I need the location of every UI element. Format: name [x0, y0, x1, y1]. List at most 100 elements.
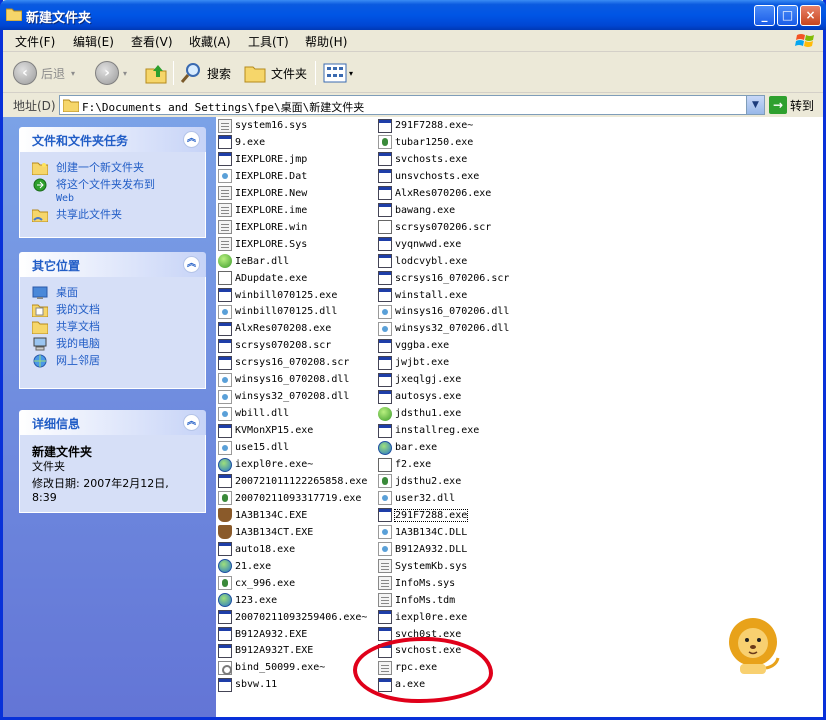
file-item[interactable]: unsvchosts.exe — [378, 168, 479, 185]
task-share-folder[interactable]: 共享此文件夹 — [32, 208, 195, 222]
task-new-folder[interactable]: 创建一个新文件夹 — [32, 161, 195, 175]
file-item[interactable]: lodcvybl.exe — [378, 253, 467, 270]
places-panel-header[interactable]: 其它位置 ︽ — [19, 252, 206, 277]
task-publish-web[interactable]: 将这个文件夹发布到 Web — [32, 178, 195, 205]
file-item[interactable]: InfoMs.sys — [378, 575, 455, 592]
file-item[interactable]: auto18.exe — [218, 541, 295, 558]
menu-favorites[interactable]: 收藏(A) — [189, 33, 231, 50]
file-item[interactable]: tubar1250.exe — [378, 134, 473, 151]
file-item[interactable]: scrsys070206.scr — [378, 219, 491, 236]
file-item[interactable]: autosys.exe — [378, 388, 461, 405]
file-item[interactable]: B912A932.DLL — [378, 541, 467, 558]
menu-edit[interactable]: 编辑(E) — [73, 33, 114, 50]
file-item[interactable]: ADupdate.exe — [218, 270, 307, 287]
file-item[interactable]: bind_50099.exe~ — [218, 659, 325, 676]
file-item[interactable]: IEXPLORE.ime — [218, 202, 307, 219]
file-item[interactable]: vggba.exe — [378, 337, 449, 354]
close-button[interactable]: × — [800, 5, 821, 26]
file-item[interactable]: B912A932.EXE — [218, 626, 307, 643]
file-item[interactable]: bar.exe — [378, 439, 437, 456]
file-item[interactable]: IEXPLORE.win — [218, 219, 307, 236]
file-item[interactable]: system16.sys — [218, 117, 307, 134]
place-network[interactable]: 网上邻居 — [32, 354, 195, 368]
file-item[interactable]: winsys32_070208.dll — [218, 388, 349, 405]
file-item[interactable]: 20070211093259406.exe~ — [218, 609, 367, 626]
file-item[interactable]: 9.exe — [218, 134, 265, 151]
file-item[interactable]: scrsys070208.scr — [218, 337, 331, 354]
place-my-documents[interactable]: 我的文档 — [32, 303, 195, 317]
details-panel-header[interactable]: 详细信息 ︽ — [19, 410, 206, 435]
file-item[interactable]: 1A3B134CT.EXE — [218, 524, 313, 541]
tasks-panel-header[interactable]: 文件和文件夹任务 ︽ — [19, 127, 206, 152]
views-button[interactable]: ▾ — [323, 59, 353, 87]
address-field[interactable]: F:\Documents and Settings\fpe\桌面\新建文件夹 ▼ — [59, 95, 765, 115]
file-item[interactable]: winsys32_070206.dll — [378, 320, 509, 337]
menu-view[interactable]: 查看(V) — [131, 33, 173, 50]
file-item[interactable]: winsys16_070208.dll — [218, 371, 349, 388]
file-item[interactable]: 291F7288.exe~ — [378, 117, 473, 134]
maximize-button[interactable]: □ — [777, 5, 798, 26]
file-item[interactable]: IeBar.dll — [218, 253, 289, 270]
file-item[interactable]: InfoMs.tdm — [378, 592, 455, 609]
file-item[interactable]: 123.exe — [218, 592, 277, 609]
collapse-chevron-icon[interactable]: ︽ — [183, 256, 200, 273]
file-item[interactable]: 21.exe — [218, 558, 271, 575]
file-item[interactable]: jdsthu2.exe — [378, 473, 461, 490]
file-item[interactable]: B912A932T.EXE — [218, 642, 313, 659]
file-item[interactable]: iexpl0re.exe~ — [218, 456, 313, 473]
file-item[interactable]: bawang.exe — [378, 202, 455, 219]
file-item[interactable]: wbill.dll — [218, 405, 289, 422]
file-item[interactable]: SystemKb.sys — [378, 558, 467, 575]
file-item[interactable]: jxeqlgj.exe — [378, 371, 461, 388]
file-item[interactable]: jwjbt.exe — [378, 354, 449, 371]
title-bar[interactable]: 新建文件夹 _ □ × — [0, 0, 826, 30]
file-item[interactable]: f2.exe — [378, 456, 431, 473]
file-item[interactable]: use15.dll — [218, 439, 289, 456]
file-item[interactable]: scrsys16_070206.scr — [378, 270, 509, 287]
address-dropdown-icon[interactable]: ▼ — [746, 96, 764, 114]
file-item[interactable]: 1A3B134C.EXE — [218, 507, 307, 524]
up-folder-button[interactable] — [144, 59, 168, 87]
go-button[interactable]: → 转到 — [769, 96, 814, 114]
back-button[interactable]: ‹ 后退 ▾ — [13, 59, 75, 87]
back-dropdown-icon[interactable]: ▾ — [71, 69, 75, 78]
file-item[interactable]: iexpl0re.exe — [378, 609, 467, 626]
collapse-chevron-icon[interactable]: ︽ — [183, 414, 200, 431]
file-item[interactable]: winbill070125.exe — [218, 287, 337, 304]
collapse-chevron-icon[interactable]: ︽ — [183, 131, 200, 148]
file-item[interactable]: jdsthu1.exe — [378, 405, 461, 422]
file-item[interactable]: 291F7288.exe — [378, 507, 469, 524]
file-item[interactable]: IEXPLORE.jmp — [218, 151, 307, 168]
file-item[interactable]: KVMonXP15.exe — [218, 422, 313, 439]
file-item[interactable]: winsys16_070206.dll — [378, 303, 509, 320]
forward-button[interactable]: › ▾ — [95, 59, 127, 87]
file-item[interactable]: AlxRes070208.exe — [218, 320, 331, 337]
place-shared-documents[interactable]: 共享文档 — [32, 320, 195, 334]
folders-button[interactable]: 文件夹 — [243, 59, 307, 87]
menu-help[interactable]: 帮助(H) — [305, 33, 347, 50]
file-item[interactable]: sbvw.11 — [218, 676, 277, 693]
file-item[interactable]: cx_996.exe — [218, 575, 295, 592]
file-item[interactable]: IEXPLORE.Sys — [218, 236, 307, 253]
file-item[interactable]: user32.dll — [378, 490, 455, 507]
minimize-button[interactable]: _ — [754, 5, 775, 26]
file-item[interactable]: AlxRes070206.exe — [378, 185, 491, 202]
file-item[interactable]: winstall.exe — [378, 287, 467, 304]
forward-dropdown-icon[interactable]: ▾ — [123, 69, 127, 78]
place-shared-documents-label: 共享文档 — [56, 320, 100, 333]
menu-file[interactable]: 文件(F) — [15, 33, 55, 50]
menu-tools[interactable]: 工具(T) — [248, 33, 289, 50]
file-item[interactable]: vyqnwwd.exe — [378, 236, 461, 253]
file-item[interactable]: svchosts.exe — [378, 151, 467, 168]
file-item[interactable]: 20070211093317719.exe — [218, 490, 361, 507]
file-item[interactable]: scrsys16_070208.scr — [218, 354, 349, 371]
file-item[interactable]: 1A3B134C.DLL — [378, 524, 467, 541]
search-button[interactable]: 搜索 — [179, 59, 231, 87]
file-item[interactable]: installreg.exe — [378, 422, 479, 439]
place-my-computer[interactable]: 我的电脑 — [32, 337, 195, 351]
file-item[interactable]: IEXPLORE.Dat — [218, 168, 307, 185]
file-item[interactable]: winbill070125.dll — [218, 303, 337, 320]
file-item[interactable]: 200721011122265858.exe — [218, 473, 367, 490]
file-item[interactable]: IEXPLORE.New — [218, 185, 307, 202]
place-desktop[interactable]: 桌面 — [32, 286, 195, 300]
